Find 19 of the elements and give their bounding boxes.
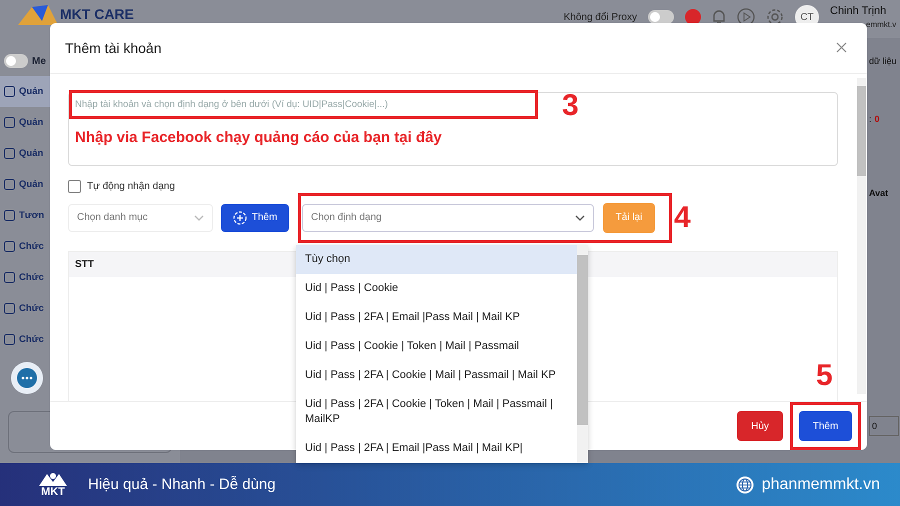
proxy-label: Không đổi Proxy: [564, 12, 637, 22]
banner-logo-text: MKT: [41, 487, 65, 498]
checkbox-label: Tự động nhận dạng: [87, 180, 175, 192]
modal-title: Thêm tài khoản: [65, 40, 162, 56]
column-header: Avat: [869, 188, 890, 198]
logo-text: MKT CARE: [60, 6, 134, 22]
menu-toggle-label: Me: [32, 56, 46, 66]
user-name: Chinh Trịnh: [830, 5, 888, 17]
annotation-number: 5: [816, 361, 833, 391]
slogan: Hiệu quả - Nhanh - Dễ dùng: [88, 476, 276, 493]
note-text: Nhập via Facebook chạy quảng cáo của bạn tại đây: [75, 128, 443, 146]
website-text: phanmemmkt.vn: [762, 476, 880, 494]
annotation-number: 4: [674, 203, 691, 233]
count-value: 0: [874, 114, 880, 124]
annotation-number: 3: [562, 91, 579, 121]
panel-header: dữ liệu: [869, 56, 898, 66]
column-header: STT: [75, 258, 94, 270]
user-email: emmkt.v: [866, 20, 898, 29]
count-label: :: [869, 114, 872, 124]
